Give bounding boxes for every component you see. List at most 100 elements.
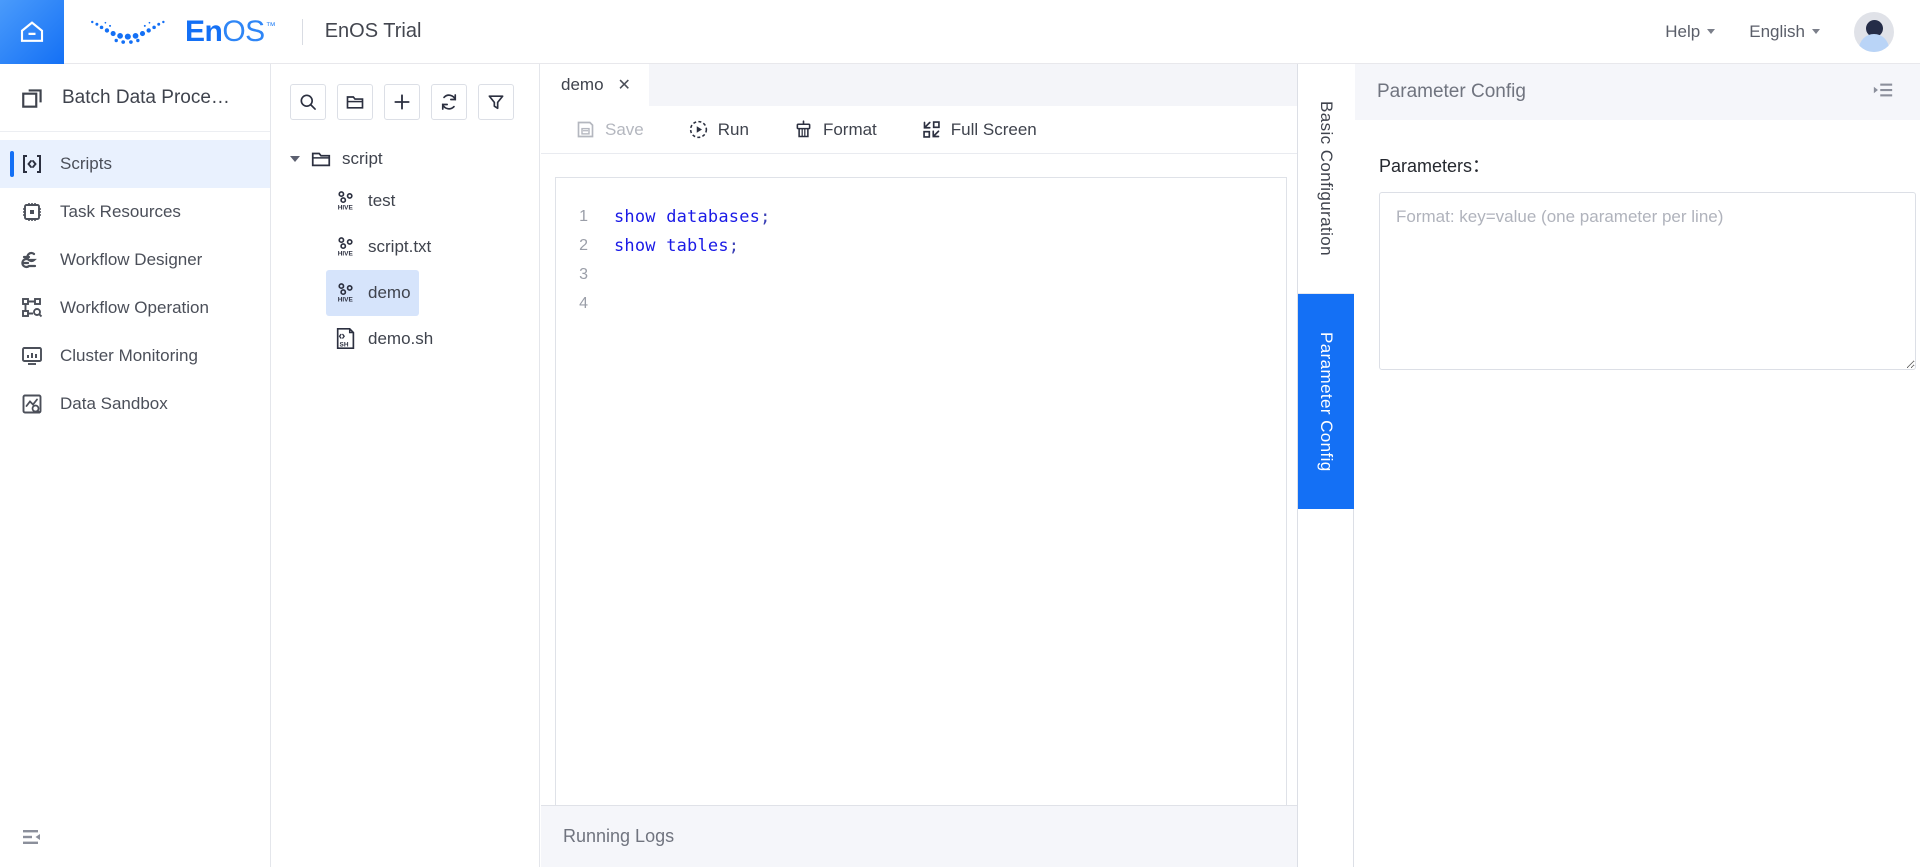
format-button[interactable]: Format bbox=[793, 119, 877, 140]
monitor-chart-icon bbox=[22, 347, 42, 365]
sql-keyword: tables bbox=[666, 235, 729, 256]
fullscreen-icon bbox=[923, 121, 940, 138]
running-logs-label: Running Logs bbox=[563, 826, 675, 846]
brand-tm-mark: ™ bbox=[265, 20, 276, 32]
avatar[interactable] bbox=[1854, 11, 1894, 52]
sidebar-item-workflow-designer[interactable]: Workflow Designer bbox=[0, 236, 270, 284]
svg-text:SH: SH bbox=[340, 341, 349, 348]
line-number: 1 bbox=[579, 207, 588, 225]
brand-logo-group: En OS ™ bbox=[86, 15, 276, 49]
left-sidebar: Batch Data Proce… Scripts Task Resources bbox=[0, 64, 271, 867]
line-number: 2 bbox=[579, 236, 588, 254]
sidebar-item-label: Workflow Operation bbox=[60, 298, 209, 317]
new-folder-icon bbox=[346, 96, 364, 109]
side-tab-strip: Basic Configuration Parameter Config bbox=[1298, 64, 1354, 867]
close-icon[interactable]: ✕ bbox=[618, 75, 631, 95]
sql-keyword: show bbox=[614, 235, 656, 256]
flow-search-icon bbox=[22, 298, 43, 318]
brand-os-text: OS bbox=[222, 14, 265, 48]
sidebar-nav-list: Scripts Task Resources Workflow Designer bbox=[0, 132, 270, 428]
cpu-icon bbox=[23, 203, 41, 221]
editor-tab-label: demo bbox=[561, 75, 604, 94]
refresh-button[interactable] bbox=[431, 84, 467, 120]
line-number: 3 bbox=[579, 265, 588, 283]
tree-file-label: demo.sh bbox=[368, 329, 434, 348]
code-text: show databases; bbox=[614, 207, 771, 227]
app-title: EnOS Trial bbox=[324, 20, 422, 42]
tree-file-label: demo bbox=[368, 283, 411, 302]
editor-tab-demo[interactable]: demo ✕ bbox=[541, 64, 649, 106]
parameter-config-title: Parameter Config bbox=[1377, 81, 1526, 102]
sidebar-item-data-sandbox[interactable]: Data Sandbox bbox=[0, 380, 270, 428]
shell-file-icon: SH bbox=[336, 328, 355, 350]
parameter-config-body: Parameters： bbox=[1355, 120, 1920, 375]
help-menu[interactable]: Help bbox=[1665, 22, 1716, 42]
stack-icon bbox=[22, 88, 42, 108]
tree-file-script-txt[interactable]: HIVE script.txt bbox=[326, 224, 439, 270]
parameters-field-label: Parameters： bbox=[1379, 156, 1491, 176]
run-button-label: Run bbox=[717, 119, 749, 139]
add-button[interactable] bbox=[384, 84, 420, 120]
code-editor[interactable]: 1 show databases; 2 show tables; 3 4 bbox=[555, 177, 1287, 853]
tree-file-demo[interactable]: HIVE demo bbox=[326, 270, 419, 316]
folder-icon bbox=[311, 152, 331, 167]
tree-file-test[interactable]: HIVE test bbox=[326, 178, 403, 224]
refresh-icon bbox=[441, 94, 457, 110]
language-menu[interactable]: English bbox=[1749, 22, 1820, 42]
line-number: 4 bbox=[579, 294, 588, 312]
product-selector[interactable]: Batch Data Proce… bbox=[0, 64, 270, 132]
tab-parameter-config-label: Parameter Config bbox=[1317, 331, 1336, 472]
filter-button[interactable] bbox=[478, 84, 514, 120]
sql-keyword: show bbox=[614, 206, 656, 227]
sidebar-item-label: Workflow Designer bbox=[60, 250, 203, 269]
run-button[interactable]: Run bbox=[688, 119, 749, 140]
parameter-config-header: Parameter Config bbox=[1355, 64, 1920, 120]
caret-down-icon[interactable] bbox=[290, 156, 300, 162]
brand-en-text: En bbox=[185, 14, 223, 48]
panel-collapse-button[interactable] bbox=[1872, 79, 1894, 106]
tree-file-demo-sh[interactable]: SH demo.sh bbox=[326, 316, 441, 362]
file-tree-body: script HIVE test HIVE script.txt HIVE de… bbox=[272, 120, 539, 362]
sidebar-item-cluster-monitoring[interactable]: Cluster Monitoring bbox=[0, 332, 270, 380]
parameters-textarea[interactable] bbox=[1379, 192, 1916, 370]
full-screen-button[interactable]: Full Screen bbox=[921, 119, 1037, 140]
tree-file-label: script.txt bbox=[368, 237, 432, 256]
editor-panel: demo ✕ Save Run Format Full Screen 1 sho… bbox=[541, 64, 1298, 867]
sidebar-collapse-button[interactable] bbox=[0, 807, 271, 867]
enos-swoosh-icon bbox=[91, 20, 165, 44]
save-icon bbox=[577, 121, 594, 138]
sidebar-item-label: Cluster Monitoring bbox=[60, 346, 198, 365]
tree-folder-script[interactable]: script bbox=[272, 140, 539, 178]
save-button[interactable]: Save bbox=[575, 119, 644, 140]
new-folder-button[interactable] bbox=[337, 84, 373, 120]
file-tree-toolbar bbox=[272, 64, 539, 120]
home-button[interactable] bbox=[0, 0, 64, 64]
parameter-config-panel: Parameter Config Parameters： bbox=[1355, 64, 1920, 867]
sql-keyword: databases bbox=[666, 206, 761, 227]
sidebar-item-label: Data Sandbox bbox=[60, 394, 168, 413]
app-header: En OS ™ EnOS Trial Help English bbox=[0, 0, 1920, 64]
sidebar-item-task-resources[interactable]: Task Resources bbox=[0, 188, 270, 236]
full-screen-button-label: Full Screen bbox=[950, 119, 1037, 139]
sidebar-item-scripts[interactable]: Scripts bbox=[0, 140, 270, 188]
code-line: 2 show tables; bbox=[556, 231, 1286, 260]
save-button-label: Save bbox=[605, 119, 644, 139]
sql-punctuation: ; bbox=[760, 206, 771, 227]
hive-file-icon: HIVE bbox=[338, 283, 353, 303]
hive-file-icon: HIVE bbox=[338, 191, 354, 211]
sidebar-item-workflow-operation[interactable]: Workflow Operation bbox=[0, 284, 270, 332]
header-divider bbox=[301, 18, 303, 45]
code-line: 4 bbox=[556, 289, 1286, 318]
flow-link-icon bbox=[21, 251, 37, 269]
tab-parameter-config[interactable]: Parameter Config bbox=[1298, 294, 1354, 509]
svg-text:HIVE: HIVE bbox=[338, 204, 354, 211]
search-button[interactable] bbox=[290, 84, 326, 120]
language-menu-label: English bbox=[1749, 21, 1805, 41]
editor-toolbar: Save Run Format Full Screen bbox=[541, 106, 1297, 154]
running-logs-bar[interactable]: Running Logs bbox=[541, 805, 1297, 867]
sidebar-item-label: Scripts bbox=[60, 154, 112, 173]
code-lines: 1 show databases; 2 show tables; 3 4 bbox=[556, 178, 1286, 318]
chevron-down-icon bbox=[1812, 29, 1820, 34]
file-tree-panel: script HIVE test HIVE script.txt HIVE de… bbox=[272, 64, 540, 867]
tab-basic-configuration[interactable]: Basic Configuration bbox=[1298, 64, 1354, 294]
